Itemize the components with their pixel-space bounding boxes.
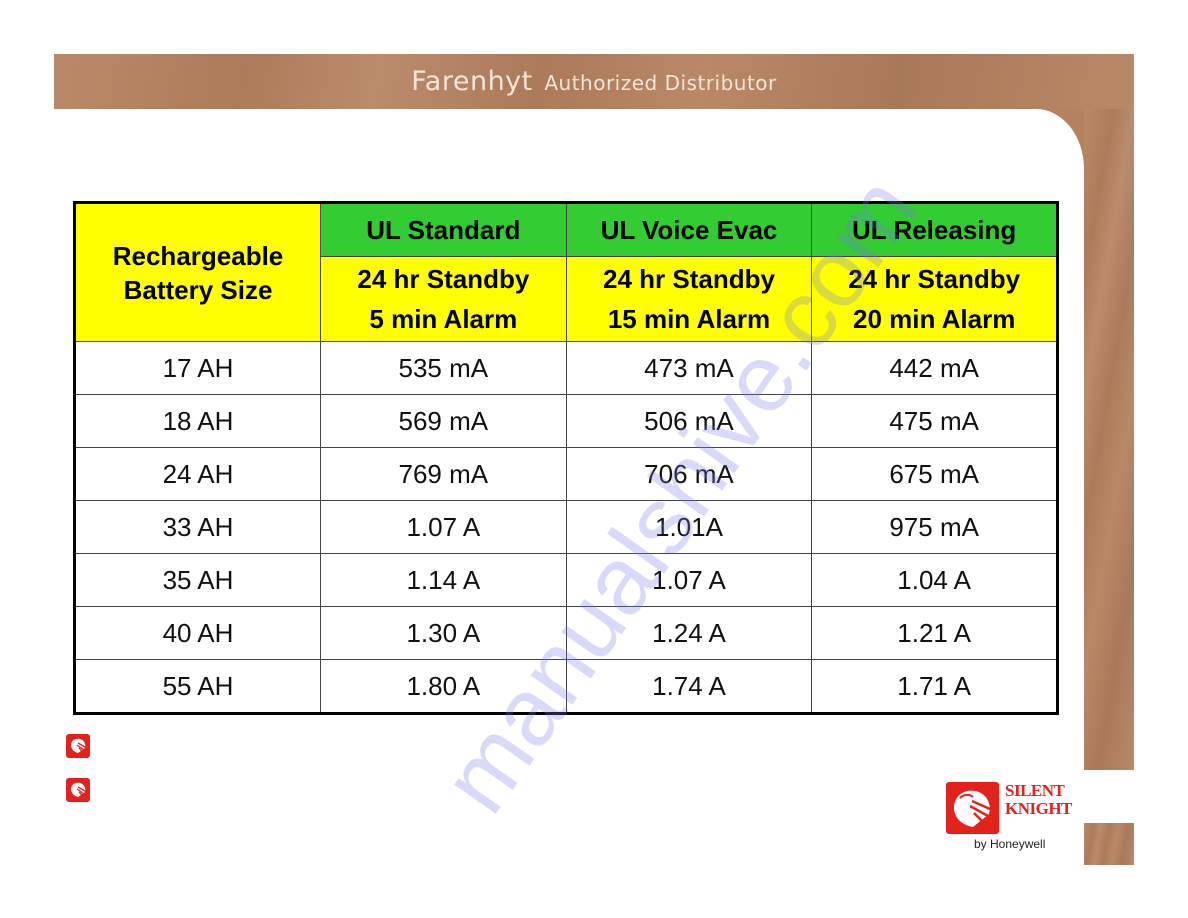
cell-ul-standard: 769 mA <box>320 447 567 501</box>
cell-ul-standard: 535 mA <box>320 341 567 395</box>
cell-ul-releasing: 442 mA <box>811 341 1058 395</box>
cell-battery-size: 35 AH <box>74 553 321 607</box>
cell-battery-size: 17 AH <box>74 341 321 395</box>
cell-ul-standard: 1.07 A <box>320 500 567 554</box>
right-wood-strip <box>1084 109 1134 770</box>
cell-battery-size: 18 AH <box>74 394 321 448</box>
alarm-label: 20 min Alarm <box>852 304 1016 334</box>
cell-battery-size: 24 AH <box>74 447 321 501</box>
subheader-ul-releasing: 24 hr Standby 20 min Alarm <box>811 256 1058 342</box>
battery-size-table: Rechargeable Battery Size UL Standard UL… <box>73 201 1059 715</box>
subheader-ul-standard: 24 hr Standby 5 min Alarm <box>320 256 567 342</box>
cell-ul-standard: 1.30 A <box>320 606 567 660</box>
cell-ul-voice-evac: 1.01A <box>565 500 813 554</box>
table-row: 35 AH 1.14 A 1.07 A 1.04 A <box>74 553 1058 607</box>
header-battery-size: Rechargeable Battery Size <box>74 202 321 342</box>
cell-ul-standard: 1.14 A <box>320 553 567 607</box>
table-row: 17 AH 535 mA 473 mA 442 mA <box>74 341 1058 395</box>
cell-battery-size: 55 AH <box>74 659 321 714</box>
standby-label: 24 hr Standby <box>357 264 530 294</box>
logo-line2: KNIGHT <box>1005 799 1072 818</box>
knight-helmet-icon <box>66 778 90 802</box>
cell-battery-size: 40 AH <box>74 606 321 660</box>
table-row: 40 AH 1.30 A 1.24 A 1.21 A <box>74 606 1058 660</box>
cell-ul-releasing: 1.21 A <box>811 606 1058 660</box>
standby-label: 24 hr Standby <box>603 264 775 294</box>
cell-ul-voice-evac: 1.07 A <box>565 553 813 607</box>
cell-ul-voice-evac: 473 mA <box>565 341 813 395</box>
header-band: Farenhyt Authorized Distributor <box>54 54 1134 109</box>
subheader-ul-voice-evac: 24 hr Standby 15 min Alarm <box>565 256 813 342</box>
cell-ul-releasing: 475 mA <box>811 394 1058 448</box>
standby-label: 24 hr Standby <box>848 264 1021 294</box>
table-row: 33 AH 1.07 A 1.01A 975 mA <box>74 500 1058 554</box>
header-ul-voice-evac: UL Voice Evac <box>565 202 813 257</box>
knight-helmet-icon <box>946 782 999 834</box>
cell-ul-voice-evac: 506 mA <box>565 394 813 448</box>
cell-ul-standard: 1.80 A <box>320 659 567 714</box>
table-header-row-top: Rechargeable Battery Size UL Standard UL… <box>74 202 1058 342</box>
cell-ul-releasing: 675 mA <box>811 447 1058 501</box>
cell-ul-voice-evac: 1.24 A <box>565 606 813 660</box>
right-wood-strip-bottom <box>1084 823 1134 865</box>
header-ul-releasing: UL Releasing <box>811 202 1058 257</box>
logo-line1: SILENT <box>1005 781 1065 800</box>
header-title: Farenhyt Authorized Distributor <box>54 66 1134 97</box>
header-brand: Farenhyt <box>411 66 533 97</box>
header-ul-standard: UL Standard <box>320 202 567 257</box>
cell-ul-voice-evac: 706 mA <box>565 447 813 501</box>
cell-ul-releasing: 1.04 A <box>811 553 1058 607</box>
table-row: 24 AH 769 mA 706 mA 675 mA <box>74 447 1058 501</box>
cell-ul-releasing: 975 mA <box>811 500 1058 554</box>
table-row: 55 AH 1.80 A 1.74 A 1.71 A <box>74 659 1058 714</box>
header-corner-curve <box>1034 109 1084 169</box>
header-battery-size-label: Rechargeable Battery Size <box>112 240 284 305</box>
silent-knight-logo: SILENT KNIGHT by Honeywell <box>946 782 1086 856</box>
header-subtitle: Authorized Distributor <box>544 71 777 95</box>
cell-ul-releasing: 1.71 A <box>811 659 1058 714</box>
knight-helmet-icon <box>66 734 90 758</box>
cell-battery-size: 33 AH <box>74 500 321 554</box>
alarm-label: 15 min Alarm <box>607 304 771 334</box>
logo-subtitle: by Honeywell <box>974 837 1046 851</box>
logo-name: SILENT KNIGHT <box>1005 782 1072 818</box>
alarm-label: 5 min Alarm <box>369 304 518 334</box>
cell-ul-voice-evac: 1.74 A <box>565 659 813 714</box>
cell-ul-standard: 569 mA <box>320 394 567 448</box>
table-row: 18 AH 569 mA 506 mA 475 mA <box>74 394 1058 448</box>
